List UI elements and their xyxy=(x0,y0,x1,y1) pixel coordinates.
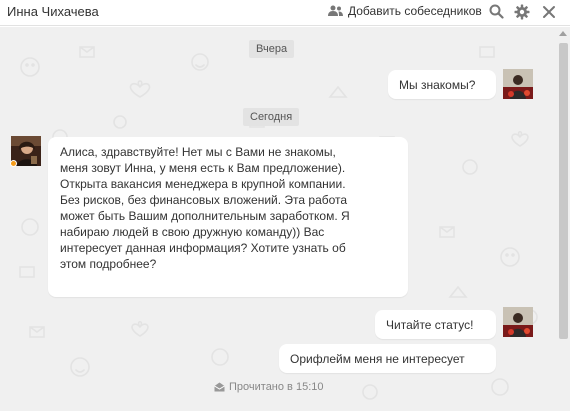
message-outgoing[interactable]: Орифлейм меня не интересует xyxy=(279,344,496,373)
online-indicator xyxy=(10,160,17,167)
read-status-text: Прочитано в 15:10 xyxy=(229,381,324,393)
chat-header: Инна Чихачева Добавить собеседников xyxy=(0,0,570,26)
search-icon[interactable] xyxy=(489,4,504,19)
date-label: Сегодня xyxy=(250,111,293,123)
date-separator-yesterday: Вчера xyxy=(249,40,295,58)
message-text: Мы знакомы? xyxy=(399,78,476,92)
message-outgoing[interactable]: Мы знакомы? xyxy=(388,70,496,99)
message-text: Алиса, здравствуйте! Нет мы с Вами не зн… xyxy=(60,145,350,271)
contact-name[interactable]: Инна Чихачева xyxy=(7,4,99,19)
message-text: Орифлейм меня не интересует xyxy=(290,352,465,366)
message-outgoing[interactable]: Читайте статус! xyxy=(375,310,496,339)
scrollbar[interactable] xyxy=(557,27,570,411)
my-avatar[interactable] xyxy=(503,69,533,99)
message-incoming[interactable]: Алиса, здравствуйте! Нет мы с Вами не зн… xyxy=(48,137,408,297)
add-participants-button[interactable]: Добавить собеседников xyxy=(328,4,482,18)
envelope-open-icon xyxy=(214,382,225,392)
read-status: Прочитано в 15:10 xyxy=(214,381,323,393)
avatar-image xyxy=(503,69,533,99)
close-icon[interactable] xyxy=(542,5,556,19)
add-participants-label: Добавить собеседников xyxy=(348,4,482,18)
scroll-up-arrow[interactable] xyxy=(559,31,567,36)
date-label: Вчера xyxy=(256,43,288,55)
scrollbar-thumb[interactable] xyxy=(559,43,568,339)
avatar-image xyxy=(503,307,533,337)
gear-icon[interactable] xyxy=(514,4,530,20)
message-text: Читайте статус! xyxy=(386,318,474,332)
date-separator-today: Сегодня xyxy=(243,108,300,126)
add-people-icon xyxy=(328,5,343,16)
my-avatar[interactable] xyxy=(503,307,533,337)
